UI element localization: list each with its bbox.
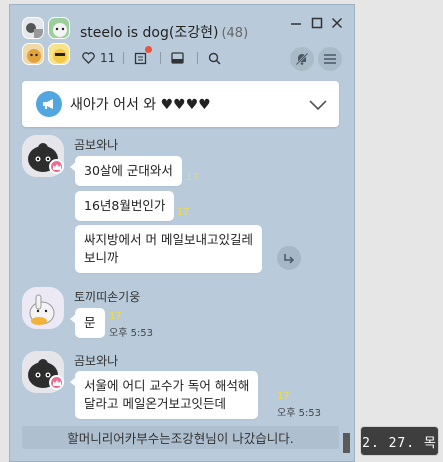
divider xyxy=(197,52,199,64)
unread-count: 17 xyxy=(277,391,290,402)
member-avatar xyxy=(48,17,70,39)
crown-icon xyxy=(49,375,64,390)
system-message: 할머니리어카부수는조강현님이 나갔습니다. xyxy=(22,426,339,449)
heart-icon[interactable] xyxy=(80,50,96,66)
group-avatar[interactable] xyxy=(22,17,72,67)
megaphone-icon xyxy=(36,91,62,117)
scrollbar-thumb[interactable] xyxy=(343,433,350,453)
member-avatar xyxy=(22,43,44,65)
chevron-down-icon[interactable] xyxy=(309,95,329,114)
chat-toolbar: 11 xyxy=(80,46,226,67)
avatar[interactable] xyxy=(22,287,64,329)
divider xyxy=(160,52,162,64)
notice-text: 새아가 어서 와 ♥♥♥♥ xyxy=(70,97,211,113)
bell-off-icon[interactable] xyxy=(290,47,314,71)
crown-icon xyxy=(49,159,64,174)
message-time: 오후 5:53 xyxy=(277,408,322,419)
minimize-button[interactable] xyxy=(287,15,305,31)
date-tooltip: 2. 27. 목 xyxy=(360,426,439,456)
album-icon[interactable] xyxy=(169,50,185,66)
divider xyxy=(123,52,125,64)
message-bubble[interactable]: 16년8월번인가 xyxy=(75,191,175,221)
message-time: 오후 5:53 xyxy=(109,328,154,339)
message-bubble[interactable]: 싸지방에서 머 메일보내고있길레 보니까 xyxy=(75,225,262,273)
sender-name: 곰보와나 xyxy=(74,354,119,368)
menu-icon[interactable] xyxy=(318,47,342,71)
member-count: (48) xyxy=(221,26,249,41)
chat-header: steelo is dog(조강현) (48) 11 xyxy=(10,5,354,73)
maximize-button[interactable] xyxy=(308,15,326,31)
sender-name: 곰보와나 xyxy=(74,138,119,152)
message-bubble[interactable]: 30살에 군대와서 xyxy=(70,156,182,186)
sender-name: 토끼띠손기웅 xyxy=(74,290,141,304)
member-avatar xyxy=(48,43,70,65)
unread-count: 17 xyxy=(109,311,122,322)
member-avatar xyxy=(22,17,44,39)
chat-window: steelo is dog(조강현) (48) 11 새아가 어서 와 ♥♥♥♥… xyxy=(9,4,355,462)
likes-count: 11 xyxy=(100,51,116,65)
notice-banner[interactable]: 새아가 어서 와 ♥♥♥♥ xyxy=(22,81,339,127)
message-bubble[interactable]: 서울에 어디 교수가 독어 해석해 달라고 메일온거보고잇든데 xyxy=(69,371,259,419)
share-icon[interactable] xyxy=(277,246,301,270)
unread-count: 17 xyxy=(186,172,199,183)
chat-title: steelo is dog(조강현) (48) xyxy=(80,22,248,42)
new-badge xyxy=(145,46,153,53)
message-bubble[interactable]: 문 xyxy=(70,308,105,338)
unread-count: 17 xyxy=(177,207,190,218)
close-button[interactable] xyxy=(328,15,346,31)
search-icon[interactable] xyxy=(206,50,222,66)
chat-title-text: steelo is dog(조강현) xyxy=(80,25,219,41)
note-icon[interactable] xyxy=(132,46,153,66)
